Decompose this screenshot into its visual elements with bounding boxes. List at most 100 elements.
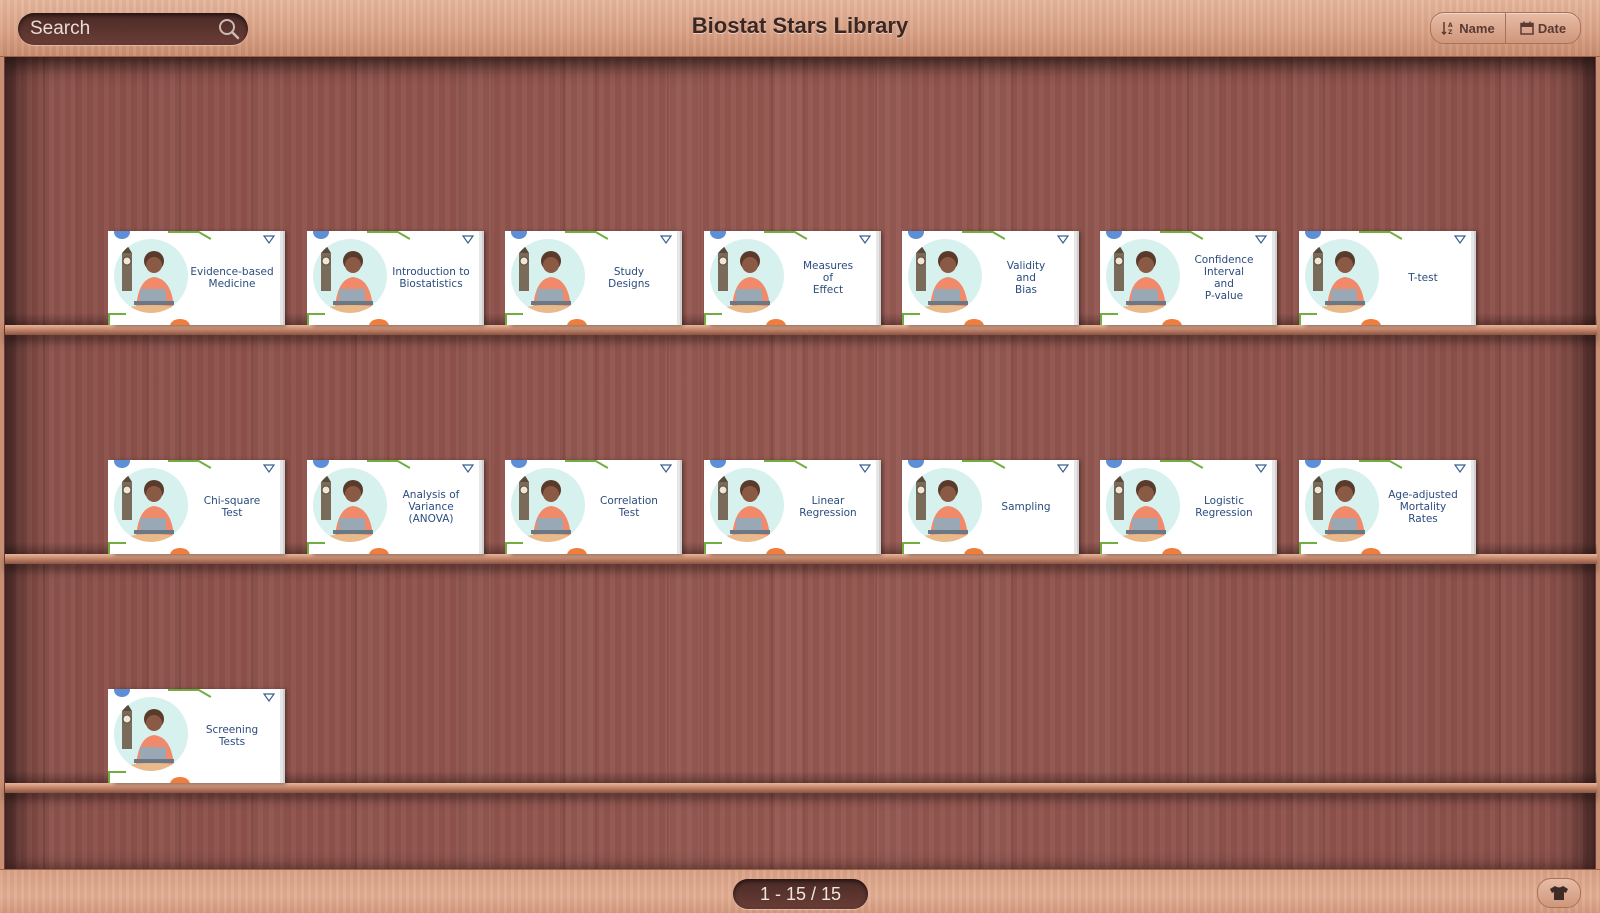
book-title: T-test [1408,272,1438,284]
decor-dot [1162,319,1182,325]
cover-illustration [908,468,982,542]
decor-corner [108,313,126,325]
decor-corner [1299,313,1317,325]
cover-illustration [710,239,784,313]
book-cover[interactable]: Confidence Interval and P-value [1100,231,1272,325]
decor-dot [908,231,924,239]
decor-dot [766,548,786,554]
decor-dot [114,689,130,697]
book-title: Logistic Regression [1195,495,1253,519]
decor-corner [902,542,920,554]
book-title: Analysis of Variance (ANOVA) [402,489,460,525]
book-title: Introduction to Biostatistics [392,266,470,290]
decor-dot [1106,231,1122,239]
decor-dot [908,460,924,468]
shelf-plank [5,783,1597,793]
decor-corner [505,313,523,325]
book-cover[interactable]: Logistic Regression [1100,460,1272,554]
decor-dot [114,231,130,239]
book-cover[interactable]: Study Designs [505,231,677,325]
sort-by-date-button[interactable]: Date [1505,13,1580,43]
book-cover[interactable]: Correlation Test [505,460,677,554]
decor-corner [108,771,126,783]
book-cover[interactable]: Sampling [902,460,1074,554]
cover-illustration [313,468,387,542]
decor-dot [964,319,984,325]
decor-dot [710,460,726,468]
cover-illustration [1305,239,1379,313]
decor-dot [1305,460,1321,468]
sort-alpha-icon: A Z [1441,22,1453,35]
decor-corner [704,542,722,554]
cover-illustration [1305,468,1379,542]
cover-illustration [511,239,585,313]
book-cover[interactable]: Age-adjusted Mortality Rates [1299,460,1471,554]
book-title: Screening Tests [205,724,259,748]
book-cover[interactable]: Chi-square Test [108,460,280,554]
book-title: Confidence Interval and P-value [1194,254,1254,302]
shelf-plank [5,325,1597,335]
decor-dot [766,319,786,325]
shelf-plank [5,554,1597,564]
decor-dot [964,548,984,554]
book-title: Measures of Effect [802,260,854,296]
sort-by-name-button[interactable]: A Z Name [1431,13,1505,43]
decor-dot [369,548,389,554]
decor-corner [307,542,325,554]
decor-dot [1361,319,1381,325]
book-title: Sampling [1001,501,1051,513]
book-cover[interactable]: Analysis of Variance (ANOVA) [307,460,479,554]
book-cover[interactable]: T-test [1299,231,1471,325]
book-cover[interactable]: Screening Tests [108,689,280,783]
decor-dot [1361,548,1381,554]
cover-illustration [511,468,585,542]
decor-dot [313,460,329,468]
calendar-icon [1520,21,1534,35]
decor-dot [170,777,190,783]
shirt-icon [1550,886,1568,900]
decor-dot [1106,460,1122,468]
book-cover[interactable]: Validity and Bias [902,231,1074,325]
book-title: Age-adjusted Mortality Rates [1388,489,1458,525]
cover-illustration [1106,239,1180,313]
cover-illustration [114,697,188,771]
decor-dot [170,548,190,554]
decor-dot [567,548,587,554]
book-cover[interactable]: Linear Regression [704,460,876,554]
sort-date-label: Date [1537,20,1567,36]
svg-text:Z: Z [1448,29,1453,35]
footer-bar: 1 - 15 / 15 [0,869,1600,913]
sort-toggle: A Z Name Date [1430,12,1581,44]
decor-dot [170,319,190,325]
decor-corner [1299,542,1317,554]
decor-corner [108,542,126,554]
decor-dot [511,460,527,468]
decor-corner [902,313,920,325]
decor-corner [1100,313,1118,325]
book-title: Linear Regression [799,495,857,519]
decor-corner [1100,542,1118,554]
book-title: Study Designs [608,266,650,290]
page-title: Biostat Stars Library [691,13,909,38]
book-title: Validity and Bias [1006,260,1046,296]
top-bar: Biostat Stars Library A Z Name Date [0,0,1600,57]
pagination-indicator: 1 - 15 / 15 [733,879,868,909]
decor-dot [567,319,587,325]
decor-corner [505,542,523,554]
book-cover[interactable]: Introduction to Biostatistics [307,231,479,325]
cover-illustration [114,239,188,313]
decor-corner [307,313,325,325]
decor-dot [1305,231,1321,239]
decor-dot [369,319,389,325]
theme-button[interactable] [1537,878,1581,908]
cover-illustration [1106,468,1180,542]
decor-dot [511,231,527,239]
svg-text:A: A [1448,22,1453,29]
book-cover[interactable]: Evidence-based Medicine [108,231,280,325]
book-cover[interactable]: Measures of Effect [704,231,876,325]
decor-corner [704,313,722,325]
book-title: Chi-square Test [203,495,261,519]
cover-illustration [710,468,784,542]
book-title: Evidence-based Medicine [190,266,274,290]
bookshelf: Evidence-based Medicine Introduction to … [4,57,1597,869]
